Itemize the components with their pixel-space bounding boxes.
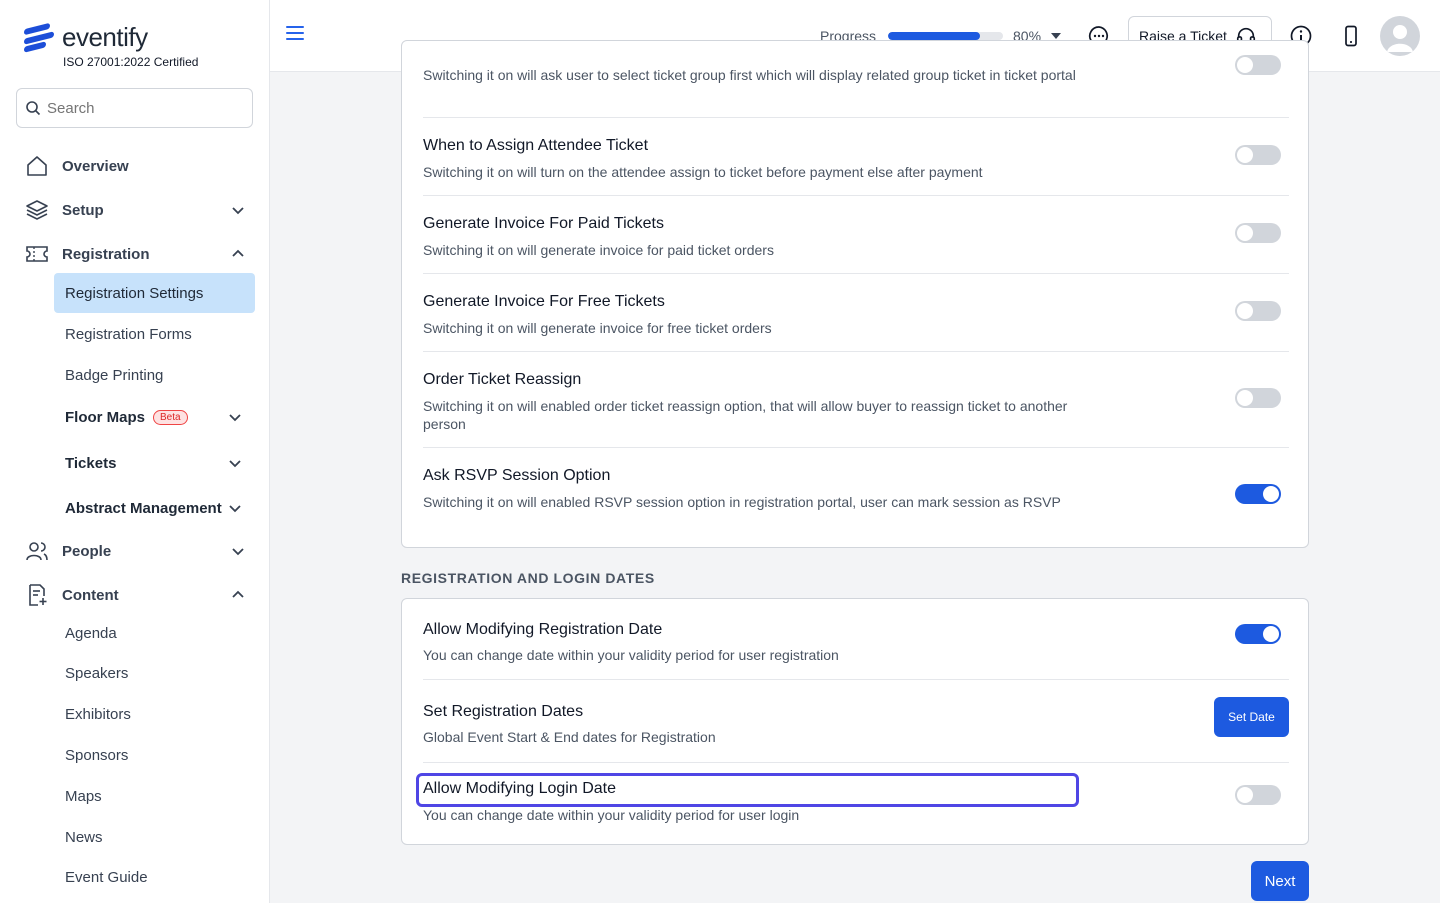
setting-description: You can change date within your validity… bbox=[423, 647, 839, 663]
nav-overview[interactable]: Overview bbox=[24, 149, 246, 183]
ticket-icon bbox=[24, 241, 50, 267]
dates-settings-card: Allow Modifying Registration Date You ca… bbox=[401, 598, 1309, 845]
nav-setup-label: Setup bbox=[62, 201, 104, 219]
setting-title: Order Ticket Reassign bbox=[423, 371, 582, 388]
sidebar-item-speakers[interactable]: Speakers bbox=[54, 653, 255, 693]
ticket-settings-card: Switching it on will ask user to select … bbox=[401, 40, 1309, 548]
set-date-button[interactable]: Set Date bbox=[1214, 697, 1289, 737]
search-input[interactable] bbox=[47, 99, 237, 117]
setting-title: Set Registration Dates bbox=[423, 703, 584, 720]
sidebar-item-maps[interactable]: Maps bbox=[54, 776, 255, 816]
toggle-rsvp-session[interactable] bbox=[1235, 484, 1281, 504]
mobile-icon[interactable] bbox=[1339, 24, 1363, 48]
toggle-ticket-reassign[interactable] bbox=[1235, 388, 1281, 408]
section-title-dates: REGISTRATION AND LOGIN DATES bbox=[401, 570, 655, 586]
sidebar-item-abstract-management[interactable]: Abstract Management bbox=[54, 488, 255, 528]
toggle-ticket-group[interactable] bbox=[1235, 55, 1281, 75]
setting-row-assign-attendee: When to Assign Attendee Ticket Switching… bbox=[423, 118, 1289, 196]
users-icon bbox=[24, 538, 50, 564]
setting-title: Ask RSVP Session Option bbox=[423, 467, 611, 484]
setting-row-ticket-group: Switching it on will ask user to select … bbox=[423, 41, 1289, 118]
brand-name: eventify bbox=[62, 22, 148, 52]
setting-description: Switching it on will enabled order ticke… bbox=[423, 398, 1068, 432]
progress-bar bbox=[888, 32, 1003, 40]
sidebar-item-exhibitors[interactable]: Exhibitors bbox=[54, 694, 255, 734]
nav-content-label: Content bbox=[62, 586, 119, 604]
nav-registration[interactable]: Registration bbox=[24, 237, 246, 271]
home-icon bbox=[24, 153, 50, 179]
caret-down-icon[interactable] bbox=[1051, 33, 1061, 39]
chevron-up-icon bbox=[230, 246, 246, 262]
toggle-invoice-paid[interactable] bbox=[1235, 223, 1281, 243]
setting-description: Switching it on will turn on the attende… bbox=[423, 164, 983, 180]
floor-maps-label: Floor Maps bbox=[65, 408, 146, 426]
search-box[interactable] bbox=[16, 88, 253, 128]
setting-description: Switching it on will ask user to select … bbox=[423, 67, 1076, 83]
nav-content[interactable]: Content bbox=[24, 578, 246, 612]
setting-description: Switching it on will generate invoice fo… bbox=[423, 320, 772, 336]
brand-logo[interactable]: eventify bbox=[24, 22, 148, 53]
sidebar-item-badge-printing[interactable]: Badge Printing bbox=[54, 355, 255, 395]
sidebar-item-agenda[interactable]: Agenda bbox=[54, 613, 255, 653]
progress-fill bbox=[888, 32, 980, 40]
chevron-down-icon bbox=[230, 202, 246, 218]
beta-badge: Beta bbox=[153, 409, 188, 425]
setting-row-modify-registration-date: Allow Modifying Registration Date You ca… bbox=[423, 599, 1289, 680]
sidebar-item-event-guide[interactable]: Event Guide bbox=[54, 857, 255, 897]
toggle-modify-registration-date[interactable] bbox=[1235, 624, 1281, 644]
setting-description: You can change date within your validity… bbox=[423, 807, 800, 823]
sidebar-item-sponsors[interactable]: Sponsors bbox=[54, 735, 255, 775]
certification-label: ISO 27001:2022 Certified bbox=[63, 55, 199, 69]
menu-icon[interactable] bbox=[286, 26, 304, 46]
sidebar-item-registration-forms[interactable]: Registration Forms bbox=[54, 314, 255, 354]
setting-title: When to Assign Attendee Ticket bbox=[423, 137, 649, 154]
sidebar-item-floor-maps[interactable]: Floor Maps Beta bbox=[54, 397, 255, 437]
toggle-invoice-free[interactable] bbox=[1235, 301, 1281, 321]
setting-description: Switching it on will enabled RSVP sessio… bbox=[423, 494, 1061, 510]
toggle-assign-attendee[interactable] bbox=[1235, 145, 1281, 165]
nav-setup[interactable]: Setup bbox=[24, 193, 246, 227]
abstract-management-label: Abstract Management bbox=[65, 499, 222, 517]
focus-highlight bbox=[416, 773, 1079, 807]
setting-title: Generate Invoice For Free Tickets bbox=[423, 293, 665, 310]
nav-people[interactable]: People bbox=[24, 534, 246, 568]
chevron-down-icon bbox=[230, 543, 246, 559]
layers-icon bbox=[24, 197, 50, 223]
setting-row-ticket-reassign: Order Ticket Reassign Switching it on wi… bbox=[423, 352, 1289, 448]
sidebar-item-registration-settings[interactable]: Registration Settings bbox=[54, 273, 255, 313]
sidebar-item-tickets[interactable]: Tickets bbox=[54, 443, 255, 483]
nav-people-label: People bbox=[62, 542, 112, 560]
setting-row-invoice-free: Generate Invoice For Free Tickets Switch… bbox=[423, 274, 1289, 352]
nav-overview-label: Overview bbox=[62, 157, 129, 175]
chevron-down-icon bbox=[227, 500, 243, 516]
eventify-logo-icon bbox=[24, 22, 54, 53]
setting-description: Switching it on will generate invoice fo… bbox=[423, 242, 774, 258]
setting-row-set-registration-dates: Set Registration Dates Global Event Star… bbox=[423, 680, 1289, 763]
setting-row-invoice-paid: Generate Invoice For Paid Tickets Switch… bbox=[423, 196, 1289, 274]
nav-registration-label: Registration bbox=[62, 245, 150, 263]
chevron-down-icon bbox=[227, 455, 243, 471]
next-button[interactable]: Next bbox=[1251, 861, 1309, 901]
sidebar: eventify ISO 27001:2022 Certified Overvi… bbox=[0, 0, 270, 903]
search-icon bbox=[26, 101, 41, 116]
setting-row-rsvp-session: Ask RSVP Session Option Switching it on … bbox=[423, 448, 1289, 548]
setting-description: Global Event Start & End dates for Regis… bbox=[423, 729, 716, 745]
setting-title: Generate Invoice For Paid Tickets bbox=[423, 215, 664, 232]
chevron-up-icon bbox=[230, 587, 246, 603]
document-add-icon bbox=[24, 582, 50, 608]
avatar[interactable] bbox=[1380, 16, 1420, 56]
toggle-modify-login-date[interactable] bbox=[1235, 785, 1281, 805]
sidebar-item-news[interactable]: News bbox=[54, 817, 255, 857]
setting-title: Allow Modifying Registration Date bbox=[423, 621, 663, 638]
tickets-label: Tickets bbox=[65, 454, 117, 472]
user-avatar-icon bbox=[1387, 25, 1413, 52]
chevron-down-icon bbox=[227, 409, 243, 425]
